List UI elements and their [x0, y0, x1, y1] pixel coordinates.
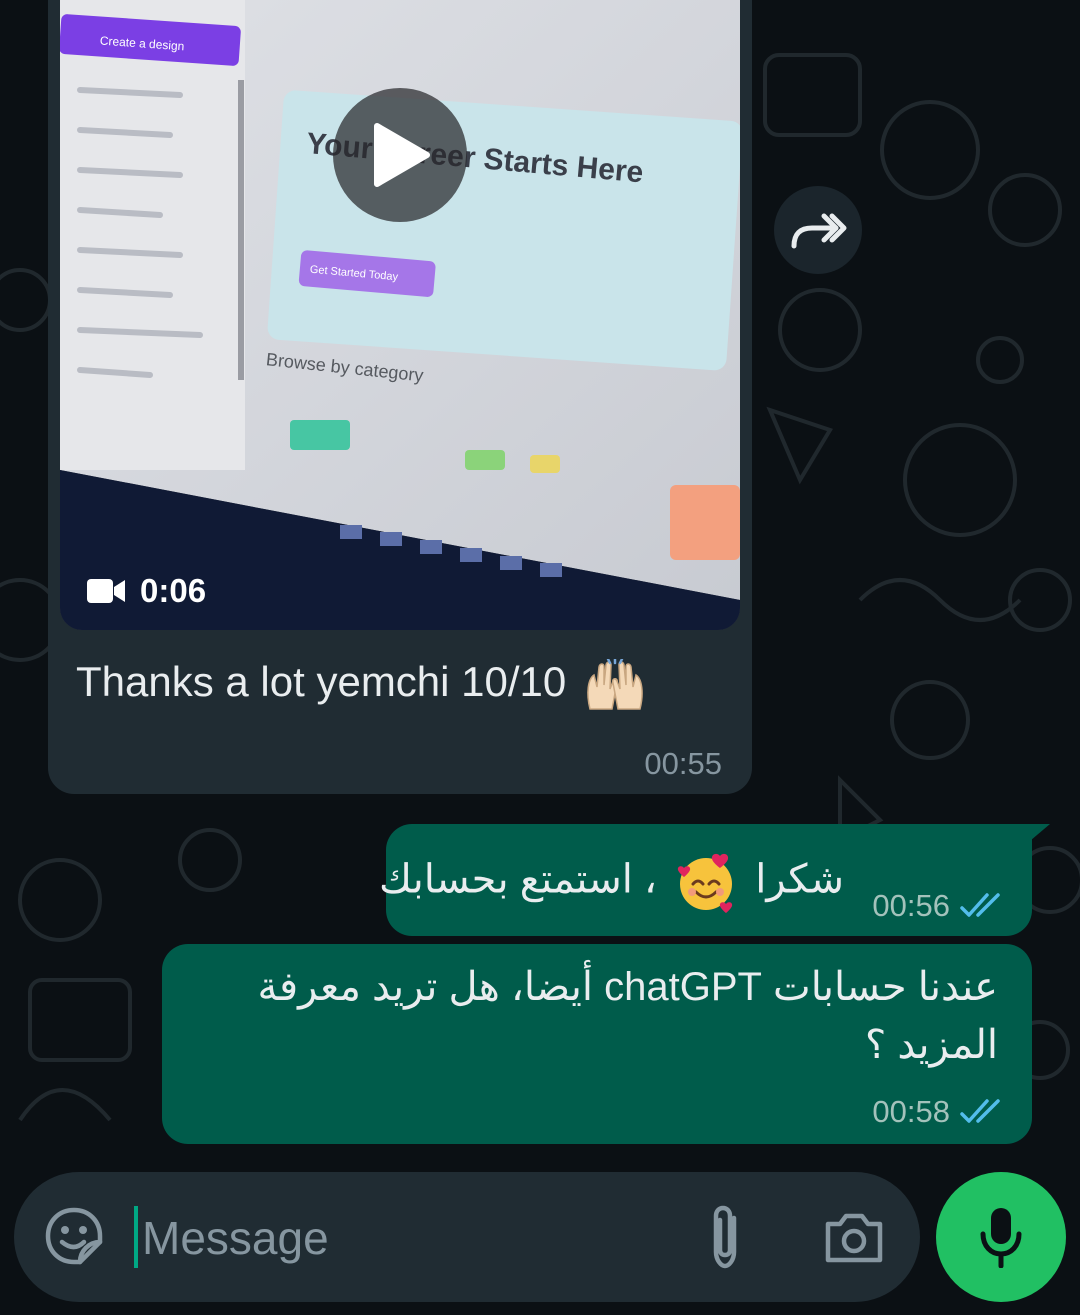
- forward-icon: [791, 213, 847, 249]
- mic-icon: [980, 1208, 1022, 1268]
- outgoing-message[interactable]: عندنا حسابات chatGPT أيضا، هل تريد معرفة…: [162, 944, 1032, 1144]
- play-button[interactable]: [333, 88, 467, 222]
- attach-icon[interactable]: [698, 1202, 752, 1272]
- message-meta: 00:56: [872, 888, 1006, 924]
- voice-message-button[interactable]: [936, 1172, 1066, 1302]
- message-text: شكرا ، استمتع بحسابك: [379, 850, 844, 914]
- smiling-face-with-hearts-emoji: [677, 853, 733, 913]
- text-cursor: [134, 1206, 138, 1268]
- emoji-sticker-icon[interactable]: [44, 1206, 104, 1266]
- thumb-sidebar: [60, 0, 245, 470]
- read-receipt-icon: [960, 1099, 1000, 1123]
- message-time: 00:56: [872, 888, 950, 923]
- read-receipt-icon: [960, 893, 1000, 917]
- camera-icon[interactable]: [824, 1210, 884, 1264]
- video-camera-icon: [87, 579, 125, 603]
- incoming-video-message[interactable]: Create a design Your Career Starts Here …: [48, 0, 752, 794]
- video-duration: 0:06: [86, 572, 206, 610]
- play-icon: [374, 123, 430, 187]
- outgoing-message[interactable]: شكرا ، استمتع بحسابك 00:56: [379, 824, 1032, 936]
- video-message-time: 00:55: [644, 746, 722, 781]
- message-text: عندنا حسابات chatGPT أيضا، هل تريد معرفة…: [257, 965, 998, 1067]
- message-text-part: ، استمتع بحسابك: [378, 857, 657, 902]
- video-caption-text: Thanks a lot yemchi 10/10: [76, 658, 567, 705]
- message-time: 00:58: [872, 1094, 950, 1129]
- message-composer: [14, 1172, 920, 1302]
- message-meta: 00:58: [872, 1094, 1006, 1130]
- video-caption: Thanks a lot yemchi 10/10: [76, 658, 646, 711]
- video-duration-text: 0:06: [140, 572, 207, 609]
- video-thumbnail[interactable]: Create a design Your Career Starts Here …: [60, 0, 740, 630]
- raising-hands-emoji: [587, 658, 643, 710]
- message-text-part: شكرا: [755, 857, 844, 902]
- message-input[interactable]: [140, 1202, 664, 1274]
- forward-button[interactable]: [774, 186, 862, 274]
